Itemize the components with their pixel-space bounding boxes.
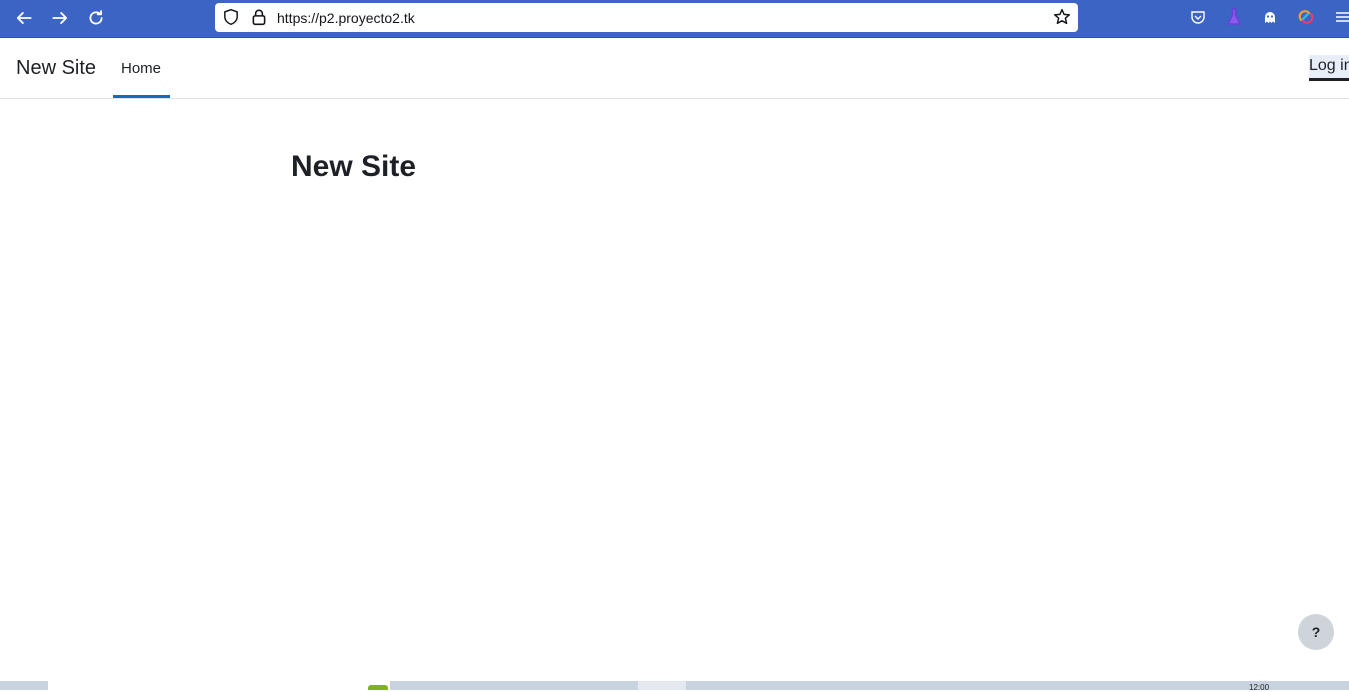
forward-button[interactable] [47,5,73,31]
taskbar-active-app[interactable] [638,681,686,690]
pocket-icon[interactable] [1188,7,1208,27]
back-button[interactable] [11,5,37,31]
reload-button[interactable] [83,5,109,31]
taskbar-app-icon[interactable] [368,685,388,690]
os-taskbar: 12:00 [0,681,1349,692]
arrow-right-icon [52,12,68,24]
nav-item-label: Home [121,60,162,77]
ghost-icon[interactable] [1260,7,1280,27]
menu-icon[interactable] [1332,7,1349,27]
lock-icon[interactable] [250,8,268,26]
address-bar[interactable]: https://p2.proyecto2.tk [215,3,1078,32]
browser-toolbar: https://p2.proyecto2.tk [0,0,1349,38]
help-button[interactable]: ? [1298,614,1334,650]
login-link[interactable]: Log in [1309,55,1349,81]
sync-extension-icon[interactable] [1296,7,1316,27]
star-icon[interactable] [1053,8,1071,26]
taskbar-search-box[interactable] [48,681,390,690]
nav-item-home[interactable]: Home [113,38,170,98]
site-navbar: New Site Home Log in [0,38,1349,99]
taskbar-clock[interactable]: 12:00 [1249,684,1269,692]
site-brand[interactable]: New Site [16,57,96,80]
shield-icon[interactable] [222,8,240,26]
arrow-left-icon [16,12,32,24]
flask-icon[interactable] [1224,7,1244,27]
page-title: New Site [291,150,417,183]
reload-icon [89,10,103,25]
url-text[interactable]: https://p2.proyecto2.tk [277,10,415,26]
